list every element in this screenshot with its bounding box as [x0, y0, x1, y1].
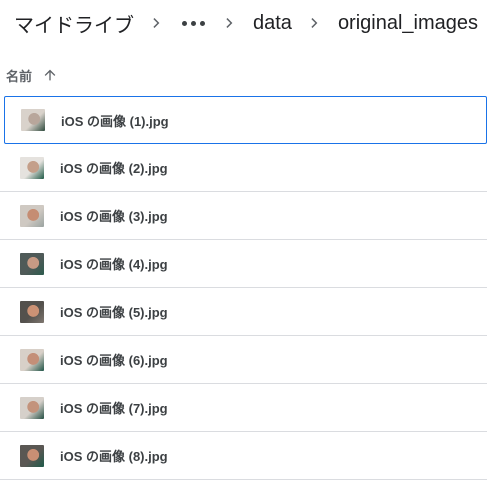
file-name: iOS の画像 (5).jpg	[60, 305, 168, 320]
chevron-right-icon	[221, 11, 239, 35]
file-row[interactable]: iOS の画像 (3).jpg	[0, 192, 487, 240]
file-name: iOS の画像 (2).jpg	[60, 161, 168, 176]
image-thumbnail	[20, 444, 44, 467]
image-thumbnail	[20, 300, 44, 323]
chevron-right-icon	[148, 11, 166, 35]
file-row[interactable]: iOS の画像 (2).jpg	[0, 144, 487, 192]
file-row[interactable]: iOS の画像 (7).jpg	[0, 384, 487, 432]
image-thumbnail	[20, 252, 44, 275]
more-dot-icon	[200, 20, 205, 26]
file-row[interactable]: iOS の画像 (4).jpg	[0, 240, 487, 288]
file-row[interactable]: iOS の画像 (8).jpg	[0, 432, 487, 480]
breadcrumb-current-folder[interactable]: original_images	[334, 6, 482, 41]
arrow-up-icon[interactable]	[42, 67, 58, 83]
column-header: 名前	[0, 58, 487, 92]
file-row[interactable]: iOS の画像 (1).jpg	[4, 96, 487, 144]
file-list: iOS の画像 (1).jpg iOS の画像 (2).jpg iOS の画像 (3…	[0, 96, 487, 480]
breadcrumb-folder-data[interactable]: data	[249, 6, 296, 41]
image-thumbnail	[20, 348, 44, 371]
file-name: iOS の画像 (3).jpg	[60, 209, 168, 224]
image-thumbnail	[20, 396, 44, 419]
file-name: iOS の画像 (6).jpg	[60, 353, 168, 368]
breadcrumb-more-button[interactable]	[176, 15, 211, 32]
more-dot-icon	[182, 20, 187, 26]
image-thumbnail	[21, 109, 45, 131]
breadcrumb-my-drive[interactable]: マイドライブ	[12, 3, 138, 44]
file-row[interactable]: iOS の画像 (6).jpg	[0, 336, 487, 384]
breadcrumb: マイドライブ data original_images	[0, 0, 487, 46]
chevron-right-icon	[306, 11, 324, 35]
file-name: iOS の画像 (8).jpg	[60, 449, 168, 464]
more-dot-icon	[191, 20, 196, 26]
image-thumbnail	[20, 204, 44, 227]
name-column-sort-button[interactable]: 名前	[6, 66, 32, 85]
file-name: iOS の画像 (4).jpg	[60, 257, 168, 272]
file-name: iOS の画像 (1).jpg	[61, 113, 169, 129]
file-name: iOS の画像 (7).jpg	[60, 401, 168, 416]
file-row[interactable]: iOS の画像 (5).jpg	[0, 288, 487, 336]
image-thumbnail	[20, 156, 44, 179]
